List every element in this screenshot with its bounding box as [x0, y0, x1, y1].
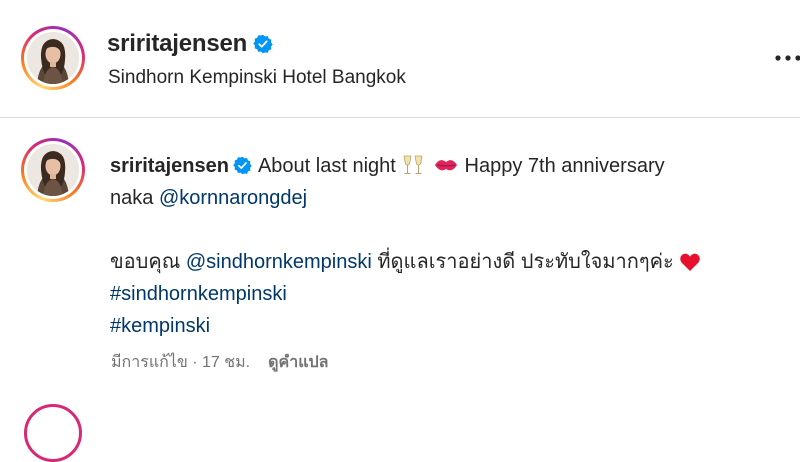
champagne-icon [403, 155, 423, 174]
caption-text: ที่ดูแลเราอย่างดี ประทับใจมากๆค่ะ [377, 251, 674, 273]
see-translation-button[interactable]: ดูคำแปล [268, 350, 328, 375]
caption: sriritajensen About last night Happy 7th… [110, 150, 790, 342]
verified-badge-icon [233, 156, 252, 175]
caption-text: ขอบคุณ [110, 251, 181, 273]
caption-line-1: sriritajensen About last night Happy 7th… [110, 150, 790, 182]
next-comment-avatar[interactable] [24, 404, 82, 462]
red-heart-icon [680, 253, 701, 271]
more-options-icon[interactable] [772, 52, 800, 64]
comment-username[interactable]: sriritajensen [110, 155, 229, 177]
hashtag-link[interactable]: #sindhornkempinski [110, 283, 287, 305]
caption-line-4: #sindhornkempinski [110, 278, 790, 310]
avatar-photo [27, 144, 79, 196]
comment-avatar[interactable] [21, 138, 85, 202]
hashtag-link[interactable]: #kempinski [110, 315, 210, 337]
caption-text: Happy 7th anniversary [464, 155, 665, 177]
caption-text: naka [110, 187, 154, 209]
mention-link[interactable]: @sindhornkempinski [186, 251, 372, 273]
header-username-row: sriritajensen [107, 30, 273, 58]
header-username[interactable]: sriritajensen [107, 30, 247, 58]
kiss-icon [434, 160, 457, 171]
mention-link[interactable]: @kornnarongdej [159, 187, 307, 209]
header-location[interactable]: Sindhorn Kempinski Hotel Bangkok [108, 67, 406, 89]
avatar-photo [27, 32, 79, 84]
caption-line-3: ขอบคุณ @sindhornkempinski ที่ดูแลเราอย่า… [110, 246, 790, 278]
edited-timestamp: มีการแก้ไข · 17 ชม. [111, 354, 251, 371]
caption-text: About last night [257, 155, 396, 177]
caption-line-2: naka @kornnarongdej [110, 182, 790, 214]
caption-line-5: #kempinski [110, 310, 790, 342]
post-header: sriritajensen Sindhorn Kempinski Hotel B… [0, 0, 800, 118]
profile-avatar[interactable] [21, 26, 85, 90]
comment-meta-row: มีการแก้ไข · 17 ชม. ดูคำแปล [111, 350, 328, 375]
verified-badge-icon [253, 34, 273, 54]
